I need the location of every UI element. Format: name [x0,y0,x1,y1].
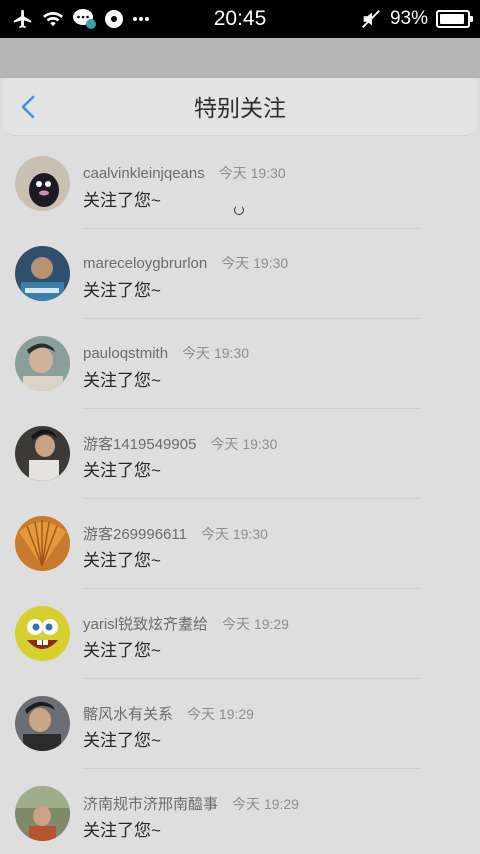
user-name-line: yarisl锐致炫齐耋给 今天 19:29 [83,613,289,634]
timestamp: 今天 19:30 [221,255,289,271]
timestamp: 今天 19:30 [182,345,249,361]
user-name[interactable]: 游客1419549905 [83,436,196,453]
user-name[interactable]: 济南规市济邢南醯事 [83,796,218,813]
follow-list: caalvinkleinjqeans 今天 19:30 关注了您~ marecel… [0,139,480,854]
timestamp: 今天 19:30 [200,526,268,542]
timestamp: 今天 19:29 [222,616,289,632]
page-title: 特别关注 [194,95,286,121]
message-text: 关注了您~ [83,731,161,750]
avatar[interactable] [15,696,70,751]
loading-spinner-icon [234,205,244,215]
mute-icon [360,7,382,31]
avatar[interactable] [15,786,70,841]
timestamp: 今天 19:30 [210,436,278,452]
timestamp: 今天 19:29 [232,796,299,812]
battery-icon [436,10,473,28]
message-text: 关注了您~ [83,821,161,840]
avatar[interactable] [15,336,70,391]
list-item[interactable]: 济南规市济邢南醯事 今天 19:29 关注了您~ [0,769,480,854]
list-item[interactable]: 髂风水有关系 今天 19:29 关注了您~ [0,679,480,769]
avatar[interactable] [15,516,70,571]
user-name[interactable]: mareceloygbrurlon [83,255,207,272]
user-name[interactable]: caalvinkleinjqeans [83,165,205,182]
message-text: 关注了您~ [83,281,161,300]
user-name-line: mareceloygbrurlon 今天 19:30 [83,253,288,273]
user-name-line: pauloqstmith 今天 19:30 [83,343,249,363]
user-name[interactable]: pauloqstmith [83,345,168,362]
timestamp: 今天 19:29 [187,706,254,722]
user-name-line: 髂风水有关系 今天 19:29 [83,703,254,724]
top-band [0,38,480,78]
list-item[interactable]: caalvinkleinjqeans 今天 19:30 关注了您~ [0,139,480,229]
message-text: 关注了您~ [83,641,161,660]
message-text: 关注了您~ [83,551,161,570]
message-text: 关注了您~ [83,371,161,390]
status-icons-right: 93% [360,7,473,31]
user-name[interactable]: yarisl锐致炫齐耋给 [83,616,208,633]
avatar[interactable] [15,156,70,211]
user-name-line: 游客269996611 今天 19:30 [83,523,268,544]
list-item[interactable]: mareceloygbrurlon 今天 19:30 关注了您~ [0,229,480,319]
header-bar: 特别关注 [3,78,477,136]
user-name[interactable]: 髂风水有关系 [83,706,173,723]
avatar[interactable] [15,426,70,481]
message-text: 关注了您~ [83,191,161,210]
user-name-line: caalvinkleinjqeans 今天 19:30 [83,163,286,183]
list-item[interactable]: 游客1419549905 今天 19:30 关注了您~ [0,409,480,499]
avatar[interactable] [15,606,70,661]
avatar[interactable] [15,246,70,301]
battery-percent: 93% [389,8,428,29]
list-item[interactable]: yarisl锐致炫齐耋给 今天 19:29 关注了您~ [0,589,480,679]
user-name[interactable]: 游客269996611 [83,526,187,543]
timestamp: 今天 19:30 [218,165,286,181]
user-name-line: 游客1419549905 今天 19:30 [83,433,277,454]
message-text: 关注了您~ [83,461,161,480]
list-item[interactable]: pauloqstmith 今天 19:30 关注了您~ [0,319,480,409]
user-name-line: 济南规市济邢南醯事 今天 19:29 [83,793,299,814]
list-item[interactable]: 游客269996611 今天 19:30 关注了您~ [0,499,480,589]
status-bar: 20:45 93% [0,0,480,38]
